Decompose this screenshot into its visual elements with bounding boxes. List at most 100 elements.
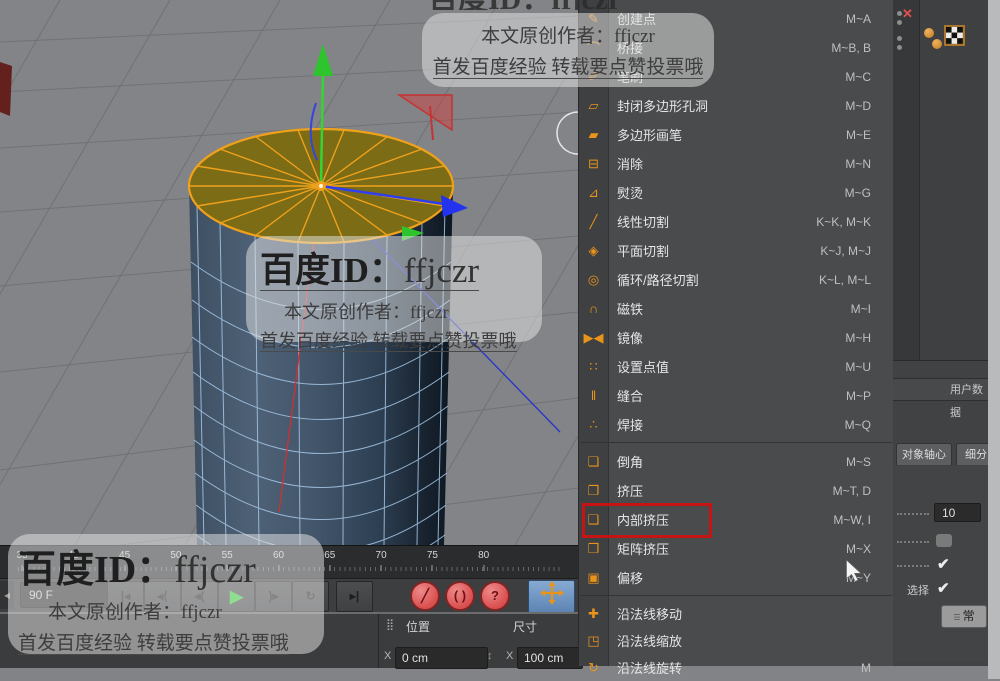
gizmo-center-dot — [319, 184, 323, 188]
tab-object-axis[interactable]: 对象轴心 — [896, 443, 952, 465]
menu-item-shortcut: M~N — [845, 157, 871, 171]
loop-path-cut-icon: ◎ — [579, 272, 608, 288]
mode-dropdown[interactable]: ☰常 — [941, 605, 987, 628]
watermark-center: 百度ID：ffjczr 本文原创作者：ffjczr 首发百度经验 转载要点赞投票… — [246, 236, 542, 342]
menu-item-normal-move[interactable]: ✚沿法线移动 — [579, 600, 893, 627]
menu-item-label: 倒角 — [617, 452, 643, 471]
user-data-header[interactable]: 用户数据 — [893, 378, 988, 401]
watermark-footer-line: 首发百度经验 转载要点赞投票哦 — [422, 52, 714, 79]
menu-item-label: 磁铁 — [617, 299, 643, 318]
menu-item-mirror[interactable]: ▶◀镜像M~H — [579, 323, 893, 352]
timeline-tick-label: 80 — [478, 550, 489, 561]
matrix-extrude-icon: ❒ — [579, 541, 608, 557]
set-point-value-icon: ∷ — [579, 359, 608, 375]
watermark-top-sliver: 百度ID：ffjczr — [428, 0, 693, 10]
weld-icon: ∴ — [579, 417, 608, 433]
menu-item-set-point-value[interactable]: ∷设置点值M~U — [579, 352, 893, 381]
phong-tag-icon[interactable] — [932, 39, 942, 49]
menu-separator — [579, 592, 893, 600]
c4d-application: { "watermark": { "id_label": "百度ID：", "i… — [0, 0, 1000, 679]
menu-item-shortcut: M~G — [845, 186, 871, 200]
menu-item-shortcut: M~H — [845, 331, 871, 345]
menu-item-label: 消除 — [617, 154, 643, 173]
checkbox-checked-icon[interactable]: ✔ — [937, 555, 950, 573]
record-keyframe-button[interactable]: ╱ — [410, 581, 440, 611]
menu-item-shortcut: K~J, M~J — [820, 244, 871, 258]
menu-item-label: 循环/路径切割 — [617, 270, 699, 289]
menu-item-label: 平面切割 — [617, 241, 669, 260]
object-manager: ✕ — [893, 0, 988, 361]
menu-item-label: 镜像 — [617, 328, 643, 347]
menu-item-label: 熨烫 — [617, 183, 643, 202]
normal-move-icon: ✚ — [579, 606, 608, 622]
menu-item-label: 挤压 — [617, 481, 643, 500]
mouse-cursor — [845, 560, 863, 587]
menu-item-bevel[interactable]: ❏倒角M~S — [579, 447, 893, 476]
menu-item-weld[interactable]: ∴焊接M~Q — [579, 410, 893, 439]
menu-item-label: 线性切割 — [617, 212, 669, 231]
keying-options-button[interactable]: ? — [480, 581, 510, 611]
menu-item-shortcut: M~S — [846, 455, 871, 469]
leader-dots — [897, 512, 929, 515]
disabled-x-icon[interactable]: ✕ — [902, 6, 913, 22]
position-header: 位置 — [406, 618, 430, 635]
attribute-rows: 10 ✔ 选择 ✔ ☰常 — [893, 466, 988, 662]
left-edge-marker — [0, 62, 12, 116]
menu-item-shortcut: M~U — [845, 360, 871, 374]
offset-value-field[interactable]: 10 — [934, 503, 981, 522]
normal-rotate-icon: ↻ — [579, 660, 608, 676]
visibility-dot[interactable] — [897, 45, 902, 50]
panel-divider — [378, 614, 379, 668]
visibility-dot[interactable] — [897, 36, 902, 41]
menu-separator — [579, 439, 893, 447]
phong-tag-icon[interactable] — [924, 28, 934, 38]
menu-item-label: 沿法线缩放 — [617, 631, 682, 650]
menu-item-shortcut: K~K, M~K — [816, 215, 871, 229]
autokey-button[interactable]: ( ) — [445, 581, 475, 611]
polygon-selection-tag-icon[interactable] — [944, 25, 965, 51]
menu-item-shortcut: M~A — [846, 12, 871, 26]
menu-item-polygon-pen[interactable]: ▰ 多边形画笔 M~E — [579, 120, 893, 149]
close-polygon-hole-icon: ▱ — [579, 98, 608, 114]
menu-item-extrude[interactable]: ❐挤压M~T, D — [579, 476, 893, 505]
menu-item-normal-rotate[interactable]: ↻沿法线旋转M — [579, 654, 893, 681]
menu-item-shortcut: M~E — [846, 128, 871, 142]
stepper-arrows-icon[interactable]: ↕ — [487, 650, 493, 662]
coordinates-grid-icon: ⣿ — [386, 618, 393, 631]
active-move-tool-button[interactable] — [528, 580, 575, 613]
menu-item-label: 多边形画笔 — [617, 125, 682, 144]
polygon-pen-icon: ▰ — [579, 127, 608, 143]
menu-item-label: 缝合 — [617, 386, 643, 405]
watermark-bottom: 百度ID：ffjczr 本文原创作者：ffjczr 首发百度经验 转载要点赞投票… — [8, 534, 324, 654]
timeline-tick-label: 70 — [376, 550, 387, 561]
dropdown-value: 常 — [963, 609, 975, 623]
menu-item-stitch-sew[interactable]: ǁ缝合M~P — [579, 381, 893, 410]
menu-item-iron[interactable]: ⊿ 熨烫 M~G — [579, 178, 893, 207]
menu-item-label: 沿法线旋转 — [617, 658, 682, 677]
window-right-edge — [988, 0, 1000, 679]
size-x-field[interactable]: 100 cm — [517, 647, 583, 669]
size-header: 尺寸 — [513, 618, 537, 635]
menu-item-normal-scale[interactable]: ◳沿法线缩放 — [579, 627, 893, 654]
menu-item-extrude-inner[interactable]: ❑内部挤压M~W, I — [579, 505, 893, 534]
menu-item-shortcut: M~Q — [845, 418, 871, 432]
visibility-dots-column: ✕ — [893, 0, 920, 360]
iron-icon: ⊿ — [579, 185, 608, 201]
position-x-field[interactable]: 0 cm — [395, 647, 488, 669]
menu-item-line-cut[interactable]: ╱线性切割K~K, M~K — [579, 207, 893, 236]
select-checkbox-checked-icon[interactable]: ✔ — [937, 579, 950, 597]
menu-item-magnet[interactable]: ∩磁铁M~I — [579, 294, 893, 323]
menu-item-plane-cut[interactable]: ◈平面切割K~J, M~J — [579, 236, 893, 265]
menu-item-matrix-extrude[interactable]: ❒矩阵挤压M~X — [579, 534, 893, 563]
menu-item-shortcut: M~C — [845, 70, 871, 84]
menu-item-loop-path-cut[interactable]: ◎循环/路径切割K~L, M~L — [579, 265, 893, 294]
smooth-shift-icon: ▣ — [579, 570, 608, 586]
attribute-tabs: 对象轴心 细分 — [893, 441, 988, 467]
menu-item-dissolve[interactable]: ⊟消除M~N — [579, 149, 893, 178]
goto-end-button[interactable]: ▸| — [336, 581, 373, 612]
menu-item-shortcut: M~T, D — [833, 484, 871, 498]
red-highlight-box — [582, 503, 712, 538]
unchecked-checkbox[interactable] — [936, 534, 952, 547]
menu-item-label: 偏移 — [617, 568, 643, 587]
menu-item-close-polygon-hole[interactable]: ▱封闭多边形孔洞M~D — [579, 91, 893, 120]
